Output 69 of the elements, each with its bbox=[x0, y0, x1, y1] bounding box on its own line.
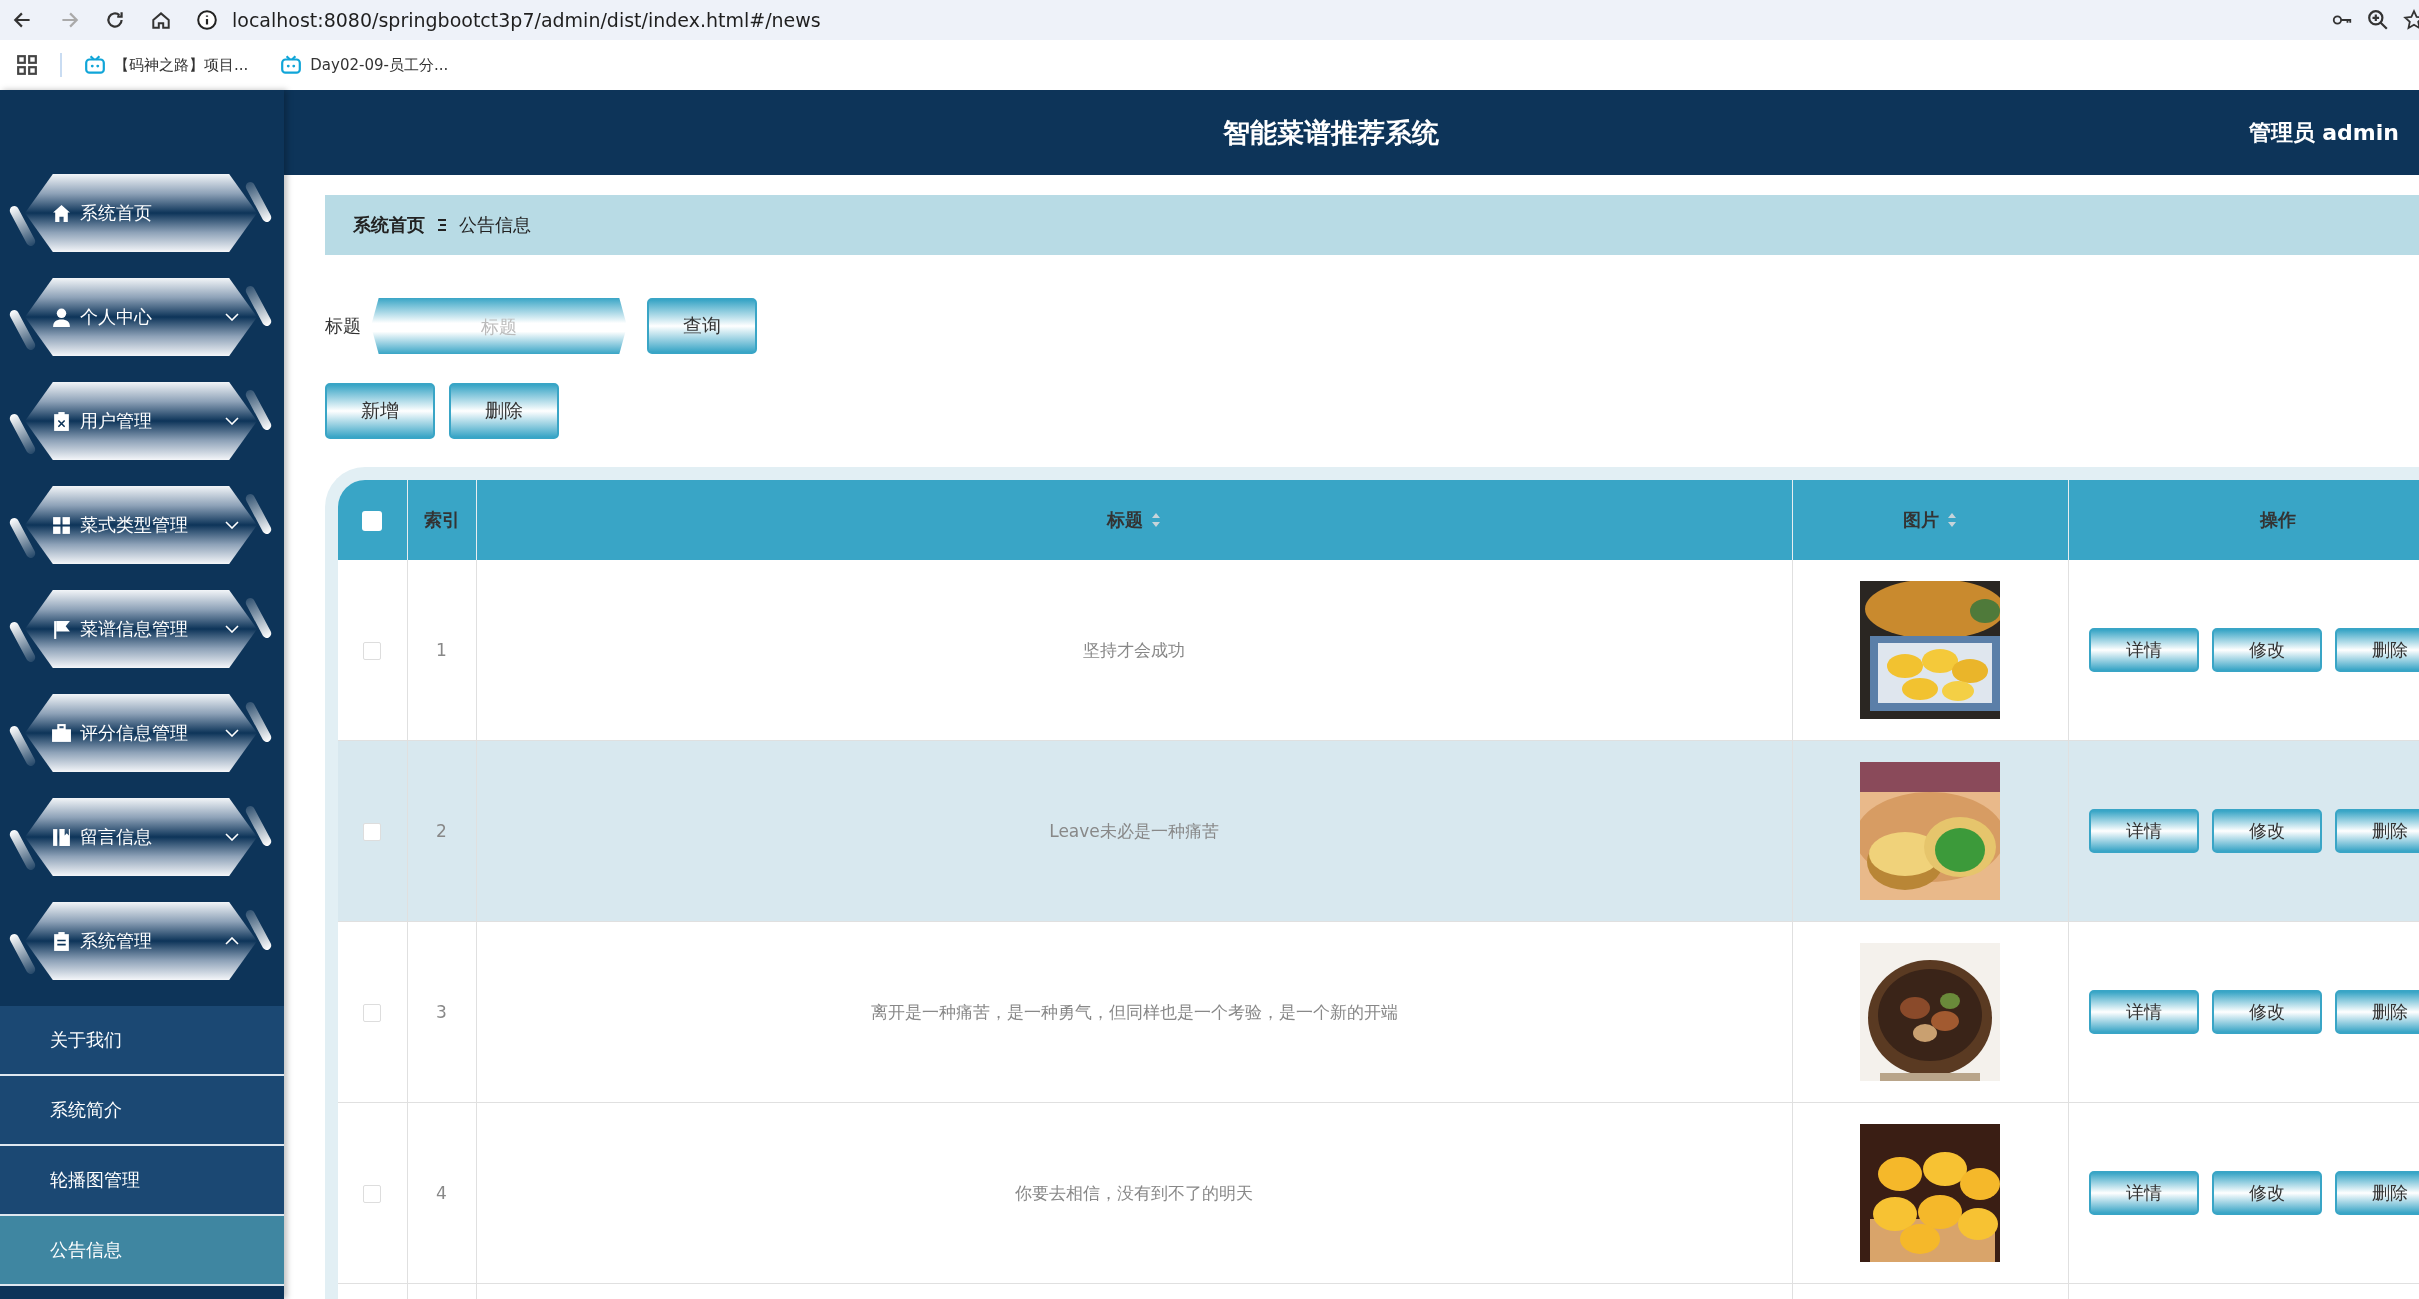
sidebar-menu-item[interactable]: 菜谱信息管理 bbox=[25, 590, 257, 668]
title-search-field[interactable]: 标题 bbox=[371, 298, 627, 354]
row-action-button[interactable]: 修改 bbox=[2211, 1171, 2322, 1215]
action-button[interactable]: 删除 bbox=[449, 383, 559, 439]
row-action-button[interactable]: 修改 bbox=[2211, 990, 2322, 1034]
index-cell: 3 bbox=[436, 1002, 447, 1022]
bookmark[interactable]: 【码神之路】项目... bbox=[84, 55, 249, 75]
sidebar-menu-item[interactable]: 系统首页 bbox=[25, 174, 257, 252]
breadcrumb-item[interactable]: 系统首页 bbox=[353, 213, 425, 237]
row-checkbox[interactable] bbox=[363, 1184, 382, 1203]
column-header: 索引 bbox=[423, 508, 460, 532]
row-action-button[interactable]: 删除 bbox=[2334, 1171, 2419, 1215]
row-action-button[interactable]: 详情 bbox=[2088, 990, 2199, 1034]
index-cell: 2 bbox=[436, 821, 447, 841]
apps-icon[interactable] bbox=[16, 54, 38, 76]
book-icon bbox=[51, 826, 72, 848]
sidebar-menu-item[interactable]: 系统管理 bbox=[25, 902, 257, 980]
row-checkbox[interactable] bbox=[363, 822, 382, 841]
grid-icon bbox=[51, 514, 72, 536]
index-cell: 1 bbox=[436, 640, 447, 660]
info-icon[interactable] bbox=[196, 9, 218, 31]
row-action-button[interactable]: 删除 bbox=[2334, 628, 2419, 672]
search-label: 标题 bbox=[325, 314, 361, 338]
star-icon[interactable] bbox=[2403, 9, 2419, 31]
row-checkbox[interactable] bbox=[363, 1003, 382, 1022]
reload-icon[interactable] bbox=[104, 9, 126, 31]
url-text[interactable]: localhost:8080/springbootct3p7/admin/dist/index.html#/news bbox=[232, 9, 821, 31]
clipboard-icon bbox=[51, 410, 72, 432]
tv-icon bbox=[84, 55, 106, 75]
sidebar-menu-item[interactable]: 用户管理 bbox=[25, 382, 257, 460]
app-title: 智能菜谱推荐系统 bbox=[1222, 115, 1441, 150]
title-cell: 你要去相信，没有到不了的明天 bbox=[1015, 1182, 1253, 1203]
home-icon bbox=[51, 202, 72, 224]
title-cell: Leave未必是一种痛苦 bbox=[1049, 820, 1219, 841]
title-cell: 离开是一种痛苦，是一种勇气，但同样也是一个考验，是一个新的开端 bbox=[870, 1001, 1398, 1022]
sidebar-menu-item[interactable]: 评分信息管理 bbox=[25, 694, 257, 772]
submenu-item[interactable]: 公告信息 bbox=[0, 1216, 284, 1286]
sidebar-menu-item[interactable]: 菜式类型管理 bbox=[25, 486, 257, 564]
tv-icon bbox=[280, 55, 303, 75]
row-action-button[interactable]: 修改 bbox=[2211, 628, 2322, 672]
row-action-button[interactable]: 删除 bbox=[2334, 809, 2419, 853]
action-button[interactable]: 新增 bbox=[325, 383, 435, 439]
row-action-button[interactable]: 详情 bbox=[2088, 628, 2199, 672]
column-header: 标题 bbox=[1107, 508, 1143, 532]
row-action-button[interactable]: 修改 bbox=[2211, 809, 2322, 853]
row-action-button[interactable]: 详情 bbox=[2088, 1171, 2199, 1215]
row-action-button[interactable]: 删除 bbox=[2334, 990, 2419, 1034]
submenu-item[interactable]: 关于我们 bbox=[0, 1006, 284, 1076]
separator-icon bbox=[437, 218, 447, 232]
title-cell: 坚持才会成功 bbox=[1083, 639, 1185, 660]
flag-icon bbox=[51, 618, 72, 640]
index-cell: 4 bbox=[436, 1183, 447, 1203]
briefcase-icon bbox=[51, 722, 72, 744]
submenu-item[interactable]: 轮播图管理 bbox=[0, 1146, 284, 1216]
column-header: 操作 bbox=[2260, 508, 2296, 532]
sidebar-menu-item[interactable]: 留言信息 bbox=[25, 798, 257, 876]
row-checkbox[interactable] bbox=[363, 641, 382, 660]
user-icon bbox=[51, 306, 72, 328]
select-all-checkbox[interactable] bbox=[362, 511, 383, 531]
zoom-icon[interactable] bbox=[2367, 9, 2389, 31]
clipboard-icon bbox=[51, 930, 72, 952]
user-label: 管理员 admin bbox=[2248, 118, 2399, 147]
submenu-item[interactable]: 系统简介 bbox=[0, 1076, 284, 1146]
column-header: 图片 bbox=[1903, 508, 1939, 532]
sidebar-menu-item[interactable]: 个人中心 bbox=[25, 278, 257, 356]
bookmark[interactable]: Day02-09-员工分... bbox=[280, 55, 449, 75]
search-button[interactable]: 查询 bbox=[647, 298, 757, 354]
row-action-button[interactable]: 详情 bbox=[2088, 809, 2199, 853]
breadcrumb-item: 公告信息 bbox=[459, 213, 531, 237]
